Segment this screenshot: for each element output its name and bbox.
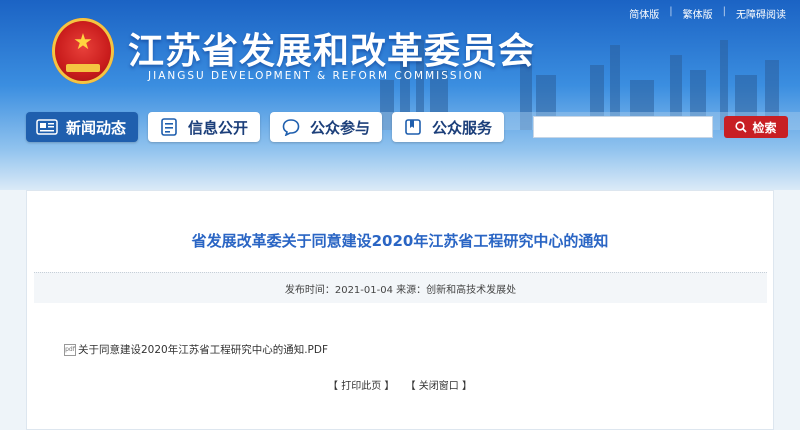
emblem-base (66, 64, 100, 72)
link-traditional[interactable]: 繁体版 (683, 6, 713, 21)
article-panel (26, 190, 774, 430)
nav-service[interactable]: 公众服务 (392, 112, 505, 142)
nav-label: 公众参与 (310, 118, 371, 137)
news-icon (36, 118, 58, 136)
nav-news[interactable]: 新闻动态 (26, 112, 139, 142)
article-title: 省发展改革委关于同意建设2020年江苏省工程研究中心的通知 (191, 232, 609, 250)
nav-label: 公众服务 (432, 118, 493, 137)
star-icon: ★ (73, 30, 93, 55)
language-links: 简体版 | 繁体版 | 无障碍阅读 (629, 6, 786, 21)
separator: | (722, 6, 726, 17)
document-icon (158, 118, 180, 136)
search-icon (735, 121, 748, 133)
book-icon (402, 118, 424, 136)
print-button[interactable]: 【 打印此页 】 (328, 381, 394, 392)
link-simplified[interactable]: 简体版 (629, 6, 659, 21)
search-button-label: 检索 (752, 120, 777, 135)
site-title: 江苏省发展和改革委员会 (128, 31, 536, 72)
article-meta: 发布时间：2021-01-04 来源：创新和高技术发展处 (34, 272, 767, 303)
close-window-button[interactable]: 【 关闭窗口 】 (406, 381, 472, 392)
national-emblem-logo: ★ (52, 18, 114, 84)
search-input[interactable] (533, 116, 713, 138)
article-actions: 【 打印此页 】 【 关闭窗口 】 (0, 377, 800, 392)
chat-icon (280, 118, 302, 136)
nav-participation[interactable]: 公众参与 (270, 112, 383, 142)
attachment-name: 关于同意建设2020年江苏省工程研究中心的通知.PDF (78, 344, 329, 356)
main-nav: 新闻动态 信息公开 公众参与 公众服务 (26, 112, 505, 142)
site-header: 简体版 | 繁体版 | 无障碍阅读 ★ 江苏省发展和改革委员会 JIANGSU … (0, 0, 800, 190)
separator: | (669, 6, 673, 17)
nav-label: 信息公开 (188, 118, 249, 137)
attachment-link[interactable]: pdf 关于同意建设2020年江苏省工程研究中心的通知.PDF (64, 342, 328, 357)
search-button[interactable]: 检索 (724, 116, 788, 138)
nav-label: 新闻动态 (66, 118, 127, 137)
nav-info[interactable]: 信息公开 (148, 112, 261, 142)
site-subtitle: JIANGSU DEVELOPMENT & REFORM COMMISSION (148, 70, 484, 82)
link-accessibility[interactable]: 无障碍阅读 (736, 6, 786, 21)
pdf-icon: pdf (64, 343, 76, 356)
